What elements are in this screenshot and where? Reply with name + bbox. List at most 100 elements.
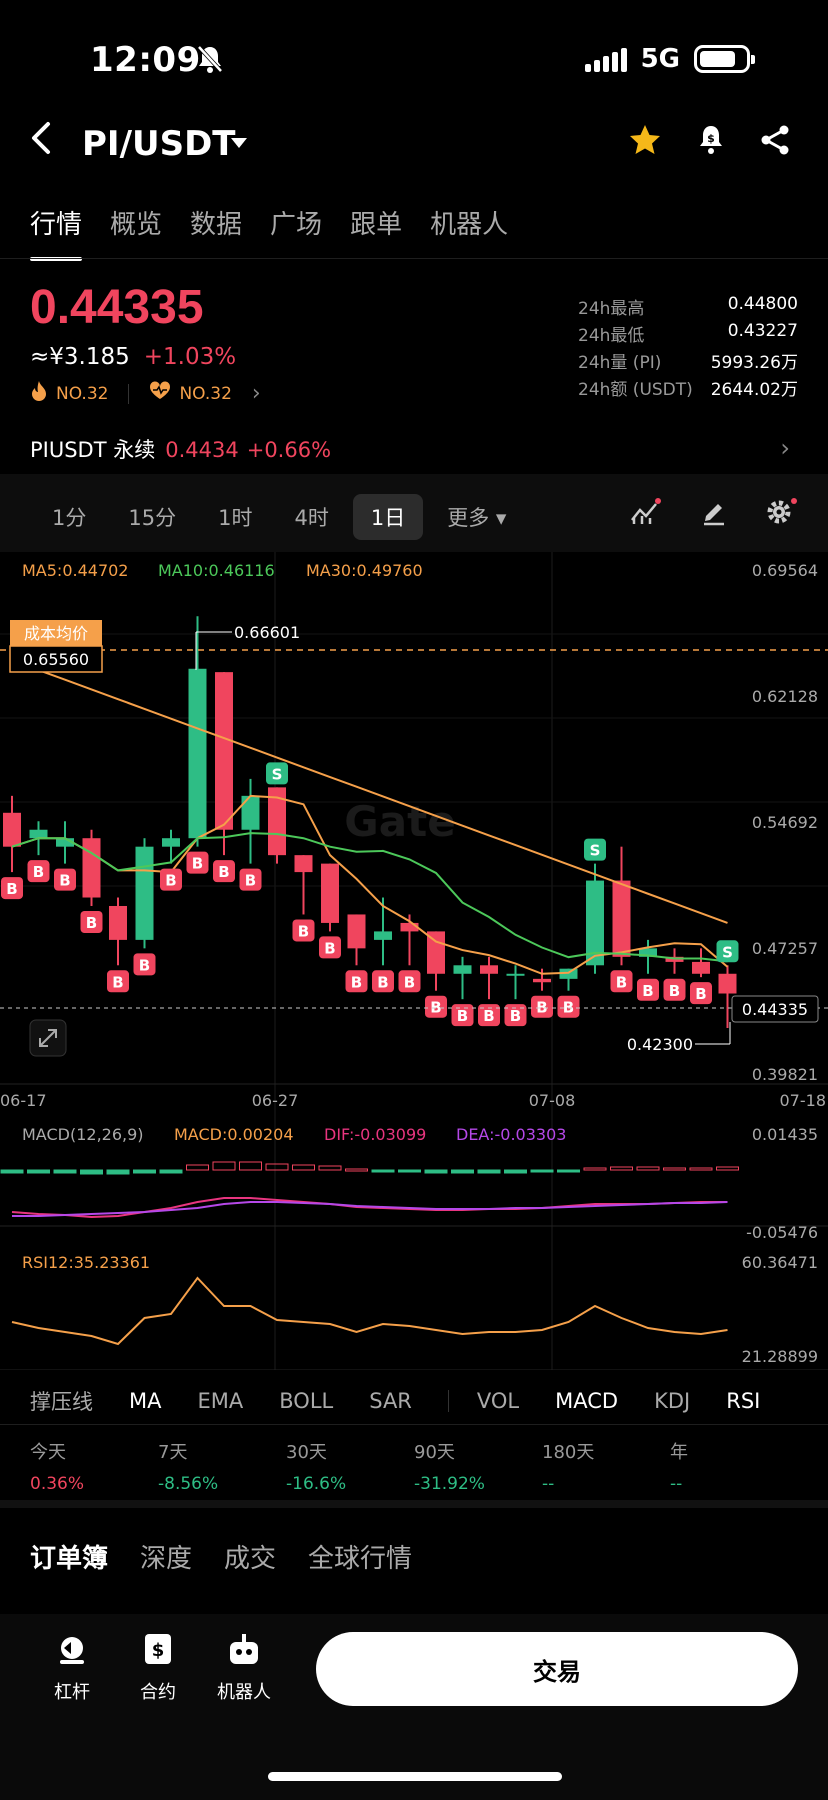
candle-body bbox=[453, 965, 472, 974]
ind-sar[interactable]: SAR bbox=[369, 1389, 412, 1413]
macd-label: MACD(12,26,9) bbox=[22, 1125, 144, 1144]
timeframe-tabs: 1分 15分 1时 4时 1日 更多 ▾ bbox=[34, 494, 530, 540]
rank-hot[interactable]: NO.32 bbox=[56, 384, 108, 404]
price-alert-icon[interactable]: $ bbox=[696, 124, 726, 160]
macd-bar bbox=[133, 1169, 156, 1174]
ind-boll[interactable]: BOLL bbox=[279, 1389, 333, 1413]
perf-label: 180天 bbox=[542, 1442, 595, 1463]
indicator-tabs: 撑压线 MA EMA BOLL SAR VOL MACD KDJ RSI bbox=[30, 1386, 796, 1416]
lever-icon bbox=[32, 1630, 112, 1670]
tab-robot[interactable]: 机器人 bbox=[430, 204, 508, 241]
settings-gear-icon[interactable] bbox=[766, 498, 798, 530]
home-indicator[interactable] bbox=[268, 1772, 562, 1781]
chevron-right-icon[interactable]: › bbox=[780, 434, 790, 462]
nav-lever[interactable]: 杠杆 bbox=[32, 1630, 112, 1704]
macd-bar bbox=[106, 1169, 130, 1175]
tab-depth[interactable]: 深度 bbox=[140, 1538, 192, 1575]
pair-title[interactable]: PI/USDT bbox=[82, 124, 236, 164]
tf-1h[interactable]: 1时 bbox=[200, 494, 270, 540]
buy-marker-label: B bbox=[510, 1007, 521, 1025]
ma30-line bbox=[11, 659, 728, 924]
cny-value: ≈¥3.185 bbox=[30, 344, 130, 370]
macd-bar bbox=[557, 1169, 580, 1173]
perf-value: 0.36% bbox=[30, 1474, 85, 1494]
last-price-tag: 0.44335 bbox=[742, 1000, 808, 1019]
macd-bar bbox=[265, 1163, 289, 1171]
indicator-icon[interactable] bbox=[630, 498, 662, 530]
perf-label: 90天 bbox=[414, 1442, 455, 1463]
buy-marker-label: B bbox=[616, 973, 627, 991]
tf-more[interactable]: 更多 ▾ bbox=[429, 494, 524, 540]
pair-dropdown-icon[interactable] bbox=[230, 134, 248, 153]
trade-button[interactable]: 交易 bbox=[316, 1632, 798, 1706]
tab-global-market[interactable]: 全球行情 bbox=[308, 1538, 412, 1575]
tf-1m[interactable]: 1分 bbox=[34, 494, 104, 540]
sell-marker-label: S bbox=[722, 943, 733, 961]
macd-bar bbox=[716, 1166, 739, 1171]
tab-trades[interactable]: 成交 bbox=[224, 1538, 276, 1575]
buy-marker-label: B bbox=[695, 985, 706, 1003]
candle-body bbox=[718, 973, 737, 994]
expand-icon[interactable] bbox=[29, 1019, 67, 1057]
share-icon[interactable] bbox=[760, 124, 790, 160]
candle-body bbox=[29, 829, 48, 839]
candlestick-chart[interactable]: Gate BB BBBBBB B BSBBB B BB B B B B BSB B B BS MA5:0.… bbox=[0, 552, 828, 1370]
x-tick: 06-17 bbox=[0, 1091, 47, 1110]
nav-contract[interactable]: $ 合约 bbox=[118, 1630, 198, 1704]
nav-robot[interactable]: 机器人 bbox=[204, 1630, 284, 1704]
x-tick: 06-27 bbox=[252, 1091, 299, 1110]
ma10-legend: MA10:0.46116 bbox=[158, 561, 275, 580]
ind-ema[interactable]: EMA bbox=[197, 1389, 243, 1413]
ind-ma[interactable]: MA bbox=[129, 1389, 161, 1413]
candle-body bbox=[692, 961, 710, 974]
candle-body bbox=[109, 905, 127, 940]
tf-4h[interactable]: 4时 bbox=[276, 494, 346, 540]
tf-1d[interactable]: 1日 bbox=[352, 494, 424, 540]
perp-price: 0.4434 bbox=[165, 438, 239, 462]
ind-rsi[interactable]: RSI bbox=[726, 1389, 760, 1413]
cny-price: ≈¥3.185 +1.03% bbox=[30, 344, 236, 370]
tab-copy-trading[interactable]: 跟单 bbox=[350, 204, 402, 241]
stat-label: 24h最低 bbox=[578, 326, 645, 346]
tf-more-label: 更多 bbox=[447, 506, 490, 530]
rsi-top: 60.36471 bbox=[742, 1253, 818, 1272]
candle-body bbox=[82, 838, 101, 898]
macd-value: MACD:0.00204 bbox=[174, 1125, 294, 1144]
chevron-right-icon[interactable]: › bbox=[252, 381, 261, 406]
ind-support[interactable]: 撑压线 bbox=[30, 1386, 93, 1416]
tab-orderbook[interactable]: 订单簿 bbox=[30, 1538, 108, 1575]
tab-square[interactable]: 广场 bbox=[270, 204, 322, 241]
buy-marker-label: B bbox=[59, 872, 70, 890]
buy-marker-label: B bbox=[298, 922, 309, 940]
buy-marker-label: B bbox=[404, 973, 415, 991]
sell-marker-label: S bbox=[272, 765, 283, 783]
macd-bar bbox=[212, 1161, 236, 1171]
mute-bell-icon bbox=[196, 44, 224, 78]
back-icon[interactable] bbox=[28, 118, 54, 169]
star-icon[interactable] bbox=[628, 124, 662, 160]
candle-body bbox=[480, 965, 498, 974]
ind-macd[interactable]: MACD bbox=[555, 1389, 618, 1413]
robot-icon bbox=[204, 1630, 284, 1670]
buy-marker-label: B bbox=[642, 982, 653, 1000]
divider bbox=[0, 258, 828, 259]
heart-icon bbox=[149, 381, 171, 406]
tab-data[interactable]: 数据 bbox=[190, 204, 242, 241]
tab-overview[interactable]: 概览 bbox=[110, 204, 162, 241]
ind-vol[interactable]: VOL bbox=[477, 1389, 519, 1413]
ind-kdj[interactable]: KDJ bbox=[654, 1389, 690, 1413]
buy-marker-label: B bbox=[457, 1007, 468, 1025]
macd-bar bbox=[610, 1166, 633, 1171]
book-tabs: 订单簿 深度 成交 全球行情 bbox=[30, 1538, 412, 1575]
buy-marker-label: B bbox=[6, 880, 17, 898]
macd-bar bbox=[689, 1167, 713, 1171]
tab-market[interactable]: 行情 bbox=[30, 204, 83, 261]
perp-row[interactable]: PIUSDT 永续 0.4434 +0.66% bbox=[30, 434, 331, 464]
status-time: 12:09 bbox=[90, 40, 201, 80]
cost-value: 0.65560 bbox=[23, 650, 89, 669]
tf-15m[interactable]: 15分 bbox=[110, 494, 194, 540]
buy-marker-label: B bbox=[165, 872, 176, 890]
draw-pen-icon[interactable] bbox=[700, 498, 728, 530]
stat-label: 24h量 (PI) bbox=[578, 353, 662, 373]
rank-watch[interactable]: NO.32 bbox=[179, 384, 231, 404]
